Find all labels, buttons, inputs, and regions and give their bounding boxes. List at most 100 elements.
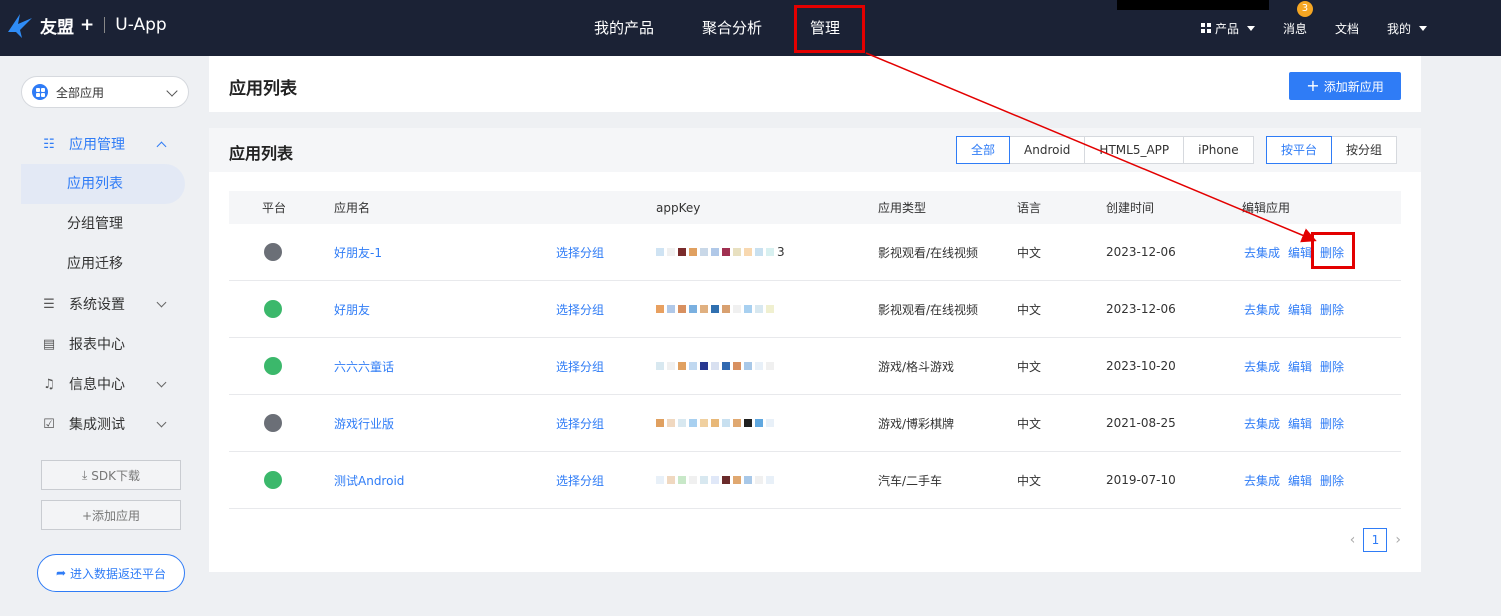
created-date: 2019-07-10 — [1106, 473, 1176, 487]
sidebar-add-app-button[interactable]: +添加应用 — [41, 500, 181, 530]
edit-link[interactable]: 编辑 — [1288, 338, 1312, 394]
next-page-icon[interactable]: › — [1395, 532, 1401, 548]
groupby-platform[interactable]: 按平台 — [1266, 136, 1333, 164]
app-name-link[interactable]: 好朋友 — [334, 281, 370, 337]
appkey-mosaic — [656, 476, 777, 484]
caret-down-icon — [1419, 25, 1427, 31]
table-row: 测试Android 选择分组 汽车/二手车 中文 2019-07-10 去集成 … — [229, 452, 1401, 509]
app-language: 中文 — [1017, 359, 1042, 374]
appkey-mosaic — [656, 305, 777, 313]
app-name-link[interactable]: 测试Android — [334, 452, 404, 508]
groupby-group[interactable]: 按分组 — [1331, 136, 1398, 164]
chevron-up-icon — [156, 141, 167, 152]
filter-html5[interactable]: HTML5_APP — [1084, 136, 1185, 164]
test-icon: ☑ — [43, 416, 55, 432]
integrate-link[interactable]: 去集成 — [1244, 281, 1280, 337]
chevron-down-icon — [166, 85, 178, 97]
app-name-link[interactable]: 好朋友-1 — [334, 224, 382, 280]
nav-my-products[interactable]: 我的产品 — [570, 0, 678, 56]
app-select-value: 全部应用 — [56, 85, 105, 100]
caret-down-icon — [1246, 25, 1255, 31]
products-menu[interactable]: 产品 — [1200, 20, 1255, 37]
col-app-type: 应用类型 — [878, 201, 927, 215]
table-row: 六六六童话 选择分组 游戏/格斗游戏 中文 2023-10-20 去集成 编辑 … — [229, 338, 1401, 395]
app-select-dropdown[interactable]: 全部应用 — [21, 76, 189, 108]
sdk-download-button[interactable]: ⤓ SDK下载 — [41, 460, 181, 490]
integrate-link[interactable]: 去集成 — [1244, 224, 1280, 280]
app-language: 中文 — [1017, 302, 1042, 317]
sidebar-subitem-group-manage[interactable]: 分组管理 — [21, 204, 185, 244]
table-row: 好朋友-1 选择分组 3 影视观看/在线视频 中文 2023-12-06 去集成… — [229, 224, 1401, 281]
add-new-app-label: 添加新应用 — [1323, 79, 1384, 94]
sidebar: 全部应用 ☷ 应用管理 应用列表 分组管理 应用迁移 ☰ 系统设置 ▤ 报表中心… — [0, 56, 200, 616]
plus-icon: + — [1306, 76, 1320, 95]
nav-right: 产品 3 消息 文档 我的 — [1200, 0, 1501, 56]
grid-icon — [1200, 23, 1211, 33]
products-label: 产品 — [1214, 21, 1239, 36]
add-new-app-button[interactable]: + 添加新应用 — [1289, 72, 1401, 100]
sidebar-subitem-app-migrate[interactable]: 应用迁移 — [21, 244, 185, 284]
sidebar-item-integration-test[interactable]: ☑ 集成测试 — [21, 404, 185, 444]
chevron-down-icon — [156, 297, 167, 308]
app-name-link[interactable]: 游戏行业版 — [334, 395, 394, 451]
app-type: 游戏/格斗游戏 — [878, 359, 955, 374]
created-date: 2021-08-25 — [1106, 416, 1176, 430]
select-group-link[interactable]: 选择分组 — [556, 395, 604, 451]
brand-divider — [104, 17, 106, 33]
col-platform: 平台 — [262, 201, 287, 215]
messages-label: 消息 — [1282, 21, 1307, 36]
edit-link[interactable]: 编辑 — [1288, 452, 1312, 508]
edit-link[interactable]: 编辑 — [1288, 224, 1312, 280]
delete-link[interactable]: 删除 — [1320, 338, 1344, 394]
bell-icon: ♫ — [43, 376, 55, 392]
top-navbar: 友盟 + U-App 我的产品 聚合分析 管理 产品 3 消息 文档 我的 — [0, 0, 1501, 56]
integrate-link[interactable]: 去集成 — [1244, 338, 1280, 394]
sidebar-item-settings[interactable]: ☰ 系统设置 — [21, 284, 185, 324]
select-group-link[interactable]: 选择分组 — [556, 281, 604, 337]
app-name-link[interactable]: 六六六童话 — [334, 338, 394, 394]
enter-data-return-platform-button[interactable]: ➦ 进入数据返还平台 — [37, 554, 185, 592]
edit-link[interactable]: 编辑 — [1288, 395, 1312, 451]
list-header: 应用列表 全部 Android HTML5_APP iPhone 按平台 按分组 — [209, 128, 1421, 172]
appkey-mosaic — [656, 362, 777, 370]
sidebar-item-reports[interactable]: ▤ 报表中心 — [21, 324, 185, 364]
created-date: 2023-12-06 — [1106, 302, 1176, 316]
user-menu[interactable]: 我的 — [1387, 20, 1427, 37]
select-group-link[interactable]: 选择分组 — [556, 224, 604, 280]
delete-link[interactable]: 删除 — [1320, 395, 1344, 451]
brand-logo[interactable]: 友盟 + U-App — [6, 10, 167, 40]
filter-all[interactable]: 全部 — [956, 136, 1011, 164]
col-edit: 编辑应用 — [1242, 201, 1291, 215]
integrate-link[interactable]: 去集成 — [1244, 395, 1280, 451]
appkey-value — [656, 452, 777, 508]
messages-link[interactable]: 3 消息 — [1282, 0, 1313, 37]
page-number[interactable]: 1 — [1363, 528, 1388, 552]
select-group-link[interactable]: 选择分组 — [556, 338, 604, 394]
delete-link[interactable]: 删除 — [1320, 452, 1344, 508]
share-arrow-icon: ➦ — [55, 566, 67, 580]
highlight-manage-box — [794, 5, 865, 53]
app-type: 汽车/二手车 — [878, 473, 943, 488]
col-appkey: appKey — [656, 200, 701, 215]
nav-aggregate-analysis[interactable]: 聚合分析 — [678, 0, 786, 56]
docs-link[interactable]: 文档 — [1335, 20, 1359, 37]
select-group-link[interactable]: 选择分组 — [556, 452, 604, 508]
edit-link[interactable]: 编辑 — [1288, 281, 1312, 337]
table-row: 好朋友 选择分组 影视观看/在线视频 中文 2023-12-06 去集成 编辑 … — [229, 281, 1401, 338]
sidebar-subitem-app-list[interactable]: 应用列表 — [21, 164, 185, 204]
user-menu-label: 我的 — [1386, 21, 1411, 36]
sidebar-item-label: 应用管理 — [69, 137, 125, 153]
sidebar-item-messages[interactable]: ♫ 信息中心 — [21, 364, 185, 404]
android-icon — [264, 471, 282, 489]
enter-platform-label: 进入数据返还平台 — [70, 566, 167, 581]
android-icon — [264, 357, 282, 375]
col-app-name: 应用名 — [334, 201, 371, 215]
list-title: 应用列表 — [229, 144, 294, 163]
sdk-download-label: SDK下载 — [91, 468, 141, 483]
filter-iphone[interactable]: iPhone — [1183, 136, 1254, 164]
sidebar-item-app-manage[interactable]: ☷ 应用管理 — [21, 124, 185, 164]
prev-page-icon[interactable]: ‹ — [1350, 532, 1356, 548]
filter-android[interactable]: Android — [1009, 136, 1086, 164]
integrate-link[interactable]: 去集成 — [1244, 452, 1280, 508]
delete-link[interactable]: 删除 — [1320, 281, 1344, 337]
